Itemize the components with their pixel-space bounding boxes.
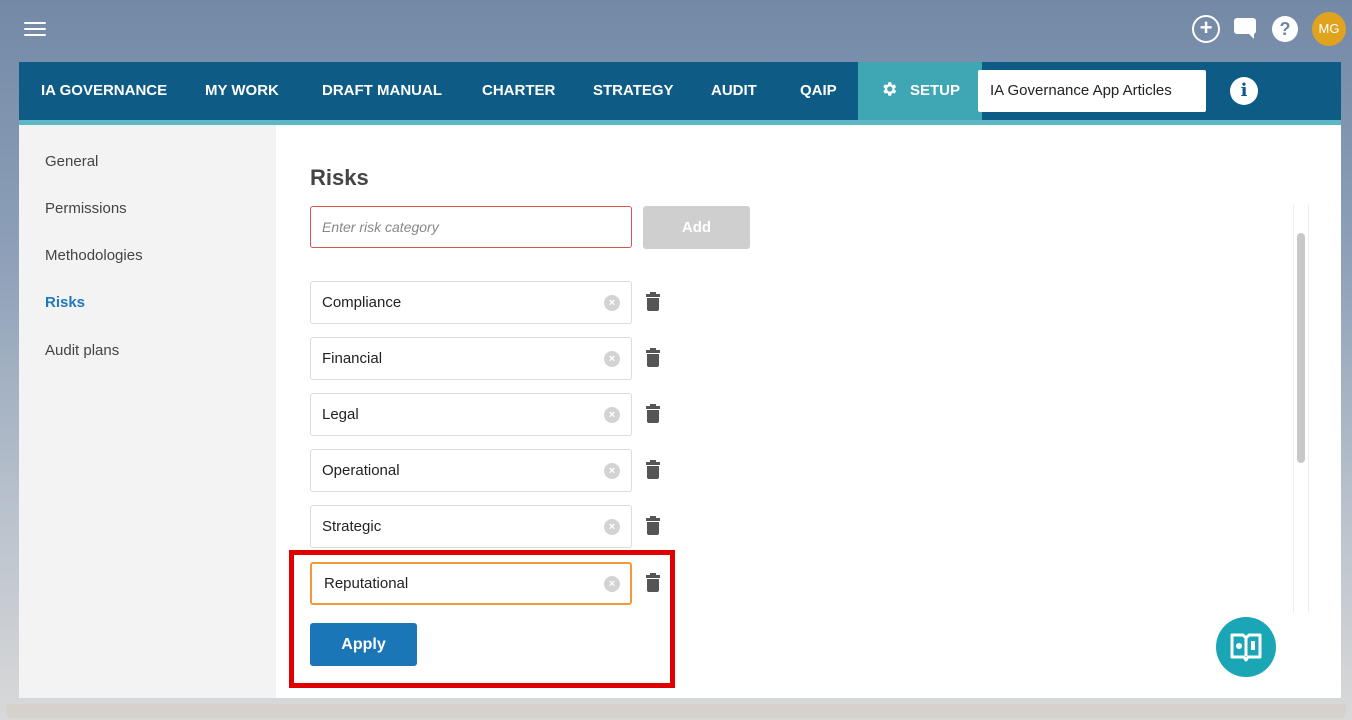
nav-ia-governance[interactable]: IA GOVERNANCE <box>41 62 167 120</box>
menu-icon[interactable] <box>24 22 46 38</box>
top-icons: + ? MG <box>1192 12 1346 46</box>
sidebar-item-risks[interactable]: Risks <box>45 294 85 311</box>
sidebar-item-permissions[interactable]: Permissions <box>45 200 127 217</box>
content-panel: General Permissions Methodologies Risks … <box>19 125 1341 698</box>
sidebar-item-audit-plans[interactable]: Audit plans <box>45 342 119 359</box>
avatar[interactable]: MG <box>1312 12 1346 46</box>
risk-row: Strategic × <box>310 505 690 548</box>
sidebar-item-methodologies[interactable]: Methodologies <box>45 247 143 264</box>
main-nav: IA GOVERNANCE MY WORK DRAFT MANUAL CHART… <box>19 62 1341 120</box>
sidebar-item-general[interactable]: General <box>45 153 98 170</box>
nav-charter[interactable]: CHARTER <box>482 62 555 120</box>
add-circle-icon[interactable]: + <box>1192 15 1220 43</box>
gear-icon <box>883 82 897 96</box>
nav-draft-manual[interactable]: DRAFT MANUAL <box>322 62 442 120</box>
info-icon[interactable]: i <box>1230 77 1258 105</box>
chat-icon[interactable] <box>1234 18 1258 40</box>
clear-icon[interactable]: × <box>604 407 620 423</box>
top-bar: + ? MG <box>0 0 1352 60</box>
risk-row: Compliance × <box>310 281 690 324</box>
page-title: Risks <box>310 165 369 190</box>
risk-field-reputational[interactable]: Reputational <box>310 562 632 605</box>
risk-row: Financial × <box>310 337 690 380</box>
risks-panel: Risks Add Compliance × Financial × Legal… <box>276 125 1341 698</box>
setup-sidebar: General Permissions Methodologies Risks … <box>19 125 276 698</box>
risk-field-operational[interactable]: Operational <box>310 449 632 492</box>
clear-icon[interactable]: × <box>604 351 620 367</box>
trash-icon[interactable] <box>646 460 660 480</box>
add-button[interactable]: Add <box>643 206 750 249</box>
scrollbar-thumb[interactable] <box>1297 233 1305 463</box>
nav-audit[interactable]: AUDIT <box>711 62 757 120</box>
risk-row: Reputational × <box>310 562 690 605</box>
help-icon[interactable]: ? <box>1272 16 1298 42</box>
trash-icon[interactable] <box>646 573 660 593</box>
risk-field-strategic[interactable]: Strategic <box>310 505 632 548</box>
nav-qaip[interactable]: QAIP <box>800 62 837 120</box>
clear-icon[interactable]: × <box>604 519 620 535</box>
trash-icon[interactable] <box>646 404 660 424</box>
risk-field-financial[interactable]: Financial <box>310 337 632 380</box>
trash-icon[interactable] <box>646 348 660 368</box>
risk-row: Operational × <box>310 449 690 492</box>
nav-my-work[interactable]: MY WORK <box>205 62 279 120</box>
trash-icon[interactable] <box>646 516 660 536</box>
risk-field-compliance[interactable]: Compliance <box>310 281 632 324</box>
risk-field-legal[interactable]: Legal <box>310 393 632 436</box>
nav-setup-label: SETUP <box>910 82 961 99</box>
risk-row: Legal × <box>310 393 690 436</box>
risk-category-input[interactable] <box>310 206 632 248</box>
nav-setup[interactable]: SETUP <box>858 62 982 120</box>
clear-icon[interactable]: × <box>604 295 620 311</box>
clear-icon[interactable]: × <box>604 463 620 479</box>
clear-icon[interactable]: × <box>604 576 620 592</box>
apply-button[interactable]: Apply <box>310 623 417 666</box>
help-book-icon[interactable] <box>1216 617 1276 677</box>
app-articles-search-input[interactable] <box>978 70 1206 112</box>
trash-icon[interactable] <box>646 292 660 312</box>
window-bottom-edge <box>6 704 1346 718</box>
nav-strategy[interactable]: STRATEGY <box>593 62 674 120</box>
